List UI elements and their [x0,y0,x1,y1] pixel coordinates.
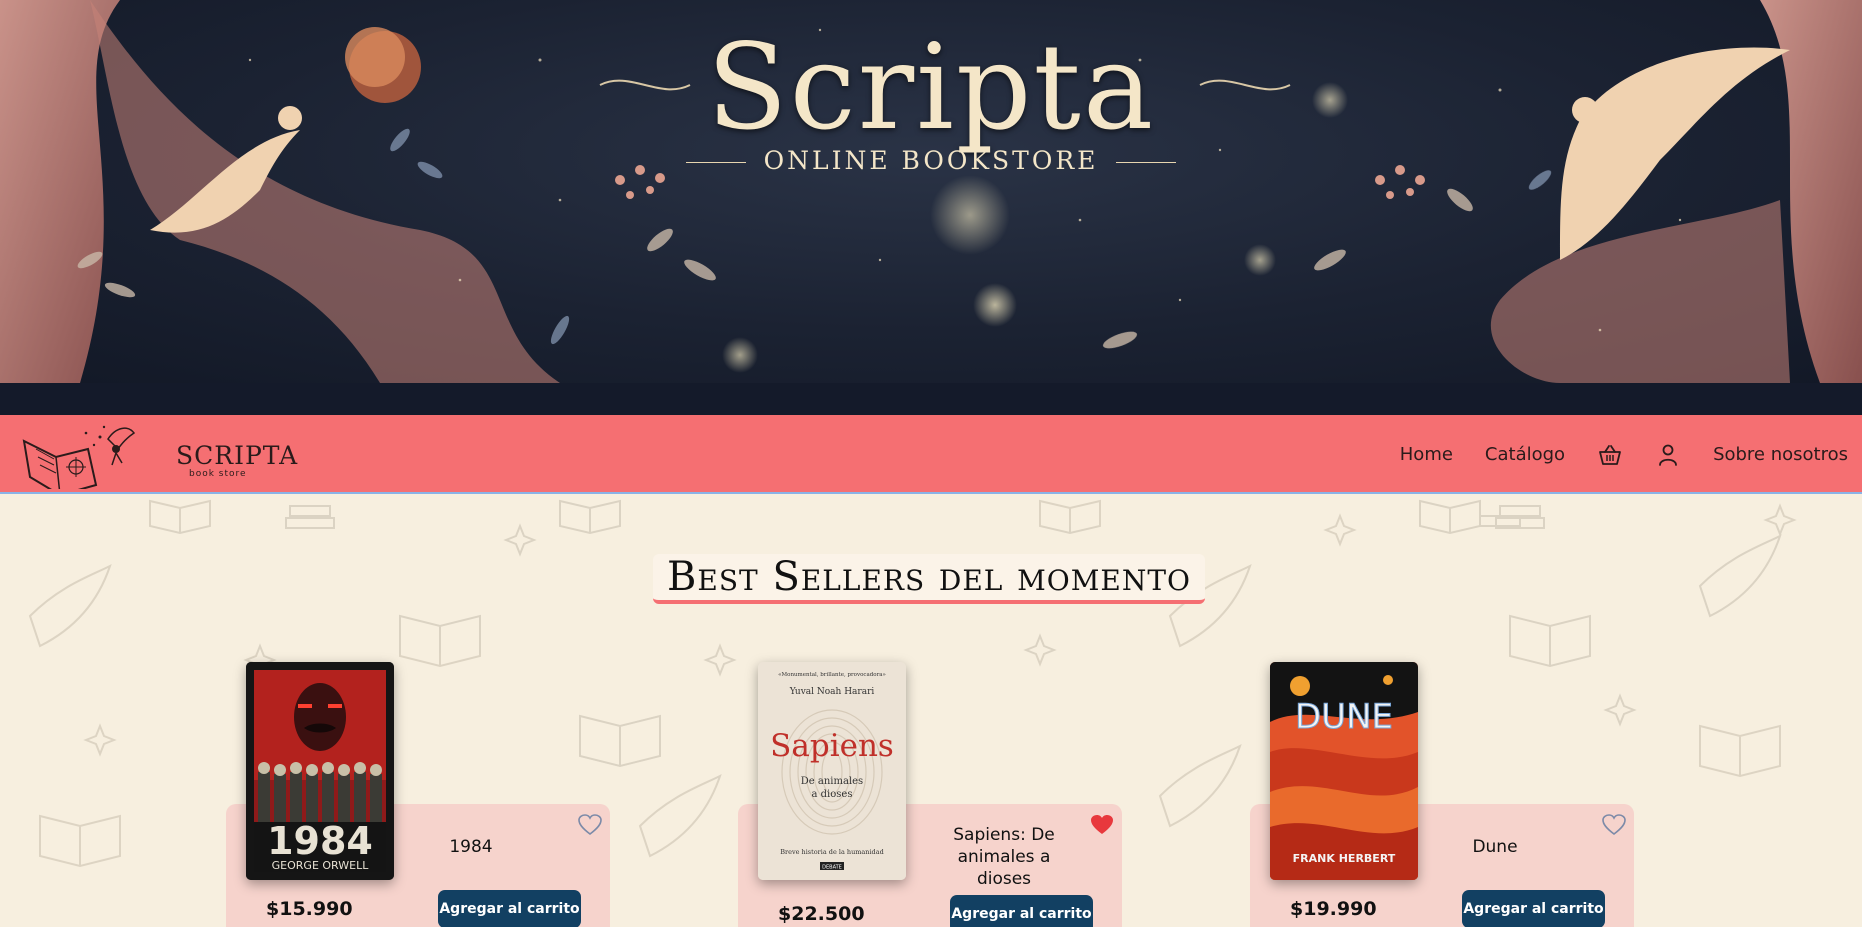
navbar: SCRIPTA book store Home Catálogo Sobre n… [0,415,1862,497]
banner-divider [0,383,1862,415]
add-to-cart-button[interactable]: Agregar al carrito [1462,890,1605,927]
book-cover-dune[interactable]: DUNE FRANK HERBERT [1270,662,1418,880]
svg-text:a dioses: a dioses [812,789,853,800]
cover-footer: Breve historia de la humanidad [780,848,884,856]
book-cover-sapiens[interactable]: «Monumental, brillante, provocadora» Yuv… [758,662,906,880]
best-sellers-section: Best Sellers del momento 1984 $15.990 Ag… [0,496,1862,927]
cover-author: GEORGE ORWELL [272,859,370,872]
book-title: Dune [1472,837,1518,857]
user-icon[interactable] [1655,442,1681,468]
nav-sobre-nosotros[interactable]: Sobre nosotros [1713,444,1848,465]
book-price: $15.990 [266,898,353,920]
heart-outline-icon[interactable] [578,814,602,836]
heart-filled-icon[interactable] [1090,814,1114,836]
cover-title: Sapiens [770,728,894,764]
add-to-cart-button[interactable]: Agregar al carrito [438,890,581,927]
nav-links: Home Catálogo Sobre nosotros [1400,415,1848,494]
svg-text:De animales: De animales [801,776,863,787]
svg-text:1984: 1984 [267,819,373,863]
heart-outline-icon[interactable] [1602,814,1626,836]
book-fairy-logo-icon [22,425,136,497]
book-cover-1984[interactable]: 1984 GEORGE ORWELL [246,662,394,880]
book-price: $19.990 [1290,898,1377,920]
site-logo[interactable]: SCRIPTA book store [16,419,297,497]
cover-quote: «Monumental, brillante, provocadora» [778,672,886,678]
section-title: Best Sellers del momento [653,554,1205,604]
book-title: Sapiens: De animales a dioses [953,825,1055,889]
basket-icon[interactable] [1597,442,1623,468]
banner-subtitle: ONLINE BOOKSTORE [0,146,1862,175]
hero-banner: Scripta ONLINE BOOKSTORE [0,0,1862,383]
book-price: $22.500 [778,903,865,925]
logo-text: SCRIPTA [176,441,299,470]
cover-author: FRANK HERBERT [1293,852,1396,865]
add-to-cart-button[interactable]: Agregar al carrito [950,895,1093,927]
book-title: 1984 [449,837,493,857]
cover-title: DUNE [1295,697,1393,737]
cover-publisher: DEBATE [822,865,842,871]
nav-catalogo[interactable]: Catálogo [1485,444,1565,465]
nav-home[interactable]: Home [1400,444,1453,465]
cover-author: Yuval Noah Harari [789,687,875,697]
logo-subtext: book store [189,469,247,479]
banner-title: Scripta [706,18,1156,156]
